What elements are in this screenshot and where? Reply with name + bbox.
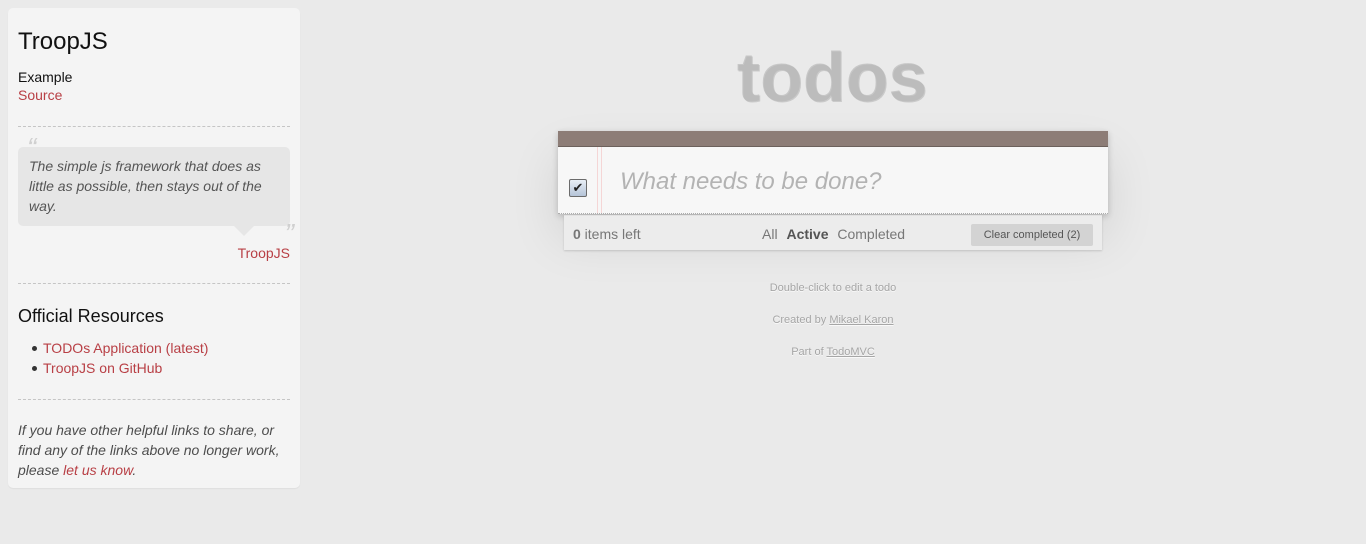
- edit-hint: Double-click to edit a todo: [769, 282, 897, 294]
- paper-margin-lines: [597, 147, 602, 213]
- filter-completed[interactable]: Completed: [837, 226, 905, 242]
- quote-tail: [234, 226, 254, 236]
- todoapp: ✔: [558, 131, 1108, 214]
- quote-author-link[interactable]: TroopJS: [238, 245, 290, 261]
- clear-completed-button[interactable]: Clear completed (2): [971, 224, 1093, 246]
- footer-text-prefix: If you have other helpful links to share…: [18, 422, 280, 478]
- resource-item: TODOs Application (latest): [32, 338, 290, 358]
- checkmark-icon: ✔: [572, 180, 584, 195]
- part-of: Part of TodoMVC: [558, 345, 1108, 359]
- created-by: Created by Mikael Karon: [558, 313, 1108, 327]
- author-link[interactable]: Mikael Karon: [829, 314, 893, 326]
- filters: All Active Completed: [762, 226, 910, 242]
- divider: [18, 126, 290, 127]
- source-link[interactable]: Source: [18, 87, 62, 103]
- quote-text: The simple js framework that does as lit…: [29, 158, 262, 214]
- todo-count: 0 items left: [573, 226, 641, 242]
- resource-link-todos-app[interactable]: TODOs Application (latest): [43, 340, 208, 356]
- todo-count-number: 0: [573, 226, 581, 242]
- footer-text-suffix: .: [132, 462, 137, 478]
- created-by-prefix: Created by: [772, 314, 830, 326]
- new-todo-row: ✔: [558, 147, 1108, 214]
- todo-count-suffix: items left: [580, 226, 641, 242]
- resource-item: TroopJS on GitHub: [32, 358, 290, 378]
- toggle-all-checkbox[interactable]: ✔: [569, 179, 587, 197]
- learn-sidebar: TroopJS Example Source “ The simple js f…: [8, 8, 300, 488]
- filter-active[interactable]: Active: [786, 226, 828, 242]
- sidebar-title: TroopJS: [18, 28, 108, 55]
- divider: [18, 283, 290, 284]
- todomvc-link[interactable]: TodoMVC: [826, 346, 874, 358]
- let-us-know-link[interactable]: let us know: [63, 462, 132, 478]
- resource-link-github[interactable]: TroopJS on GitHub: [43, 360, 162, 376]
- quote-body: The simple js framework that does as lit…: [18, 147, 294, 248]
- filter-all[interactable]: All: [762, 226, 778, 242]
- part-of-prefix: Part of: [791, 346, 827, 358]
- resources-heading: Official Resources: [18, 306, 164, 326]
- close-quote-icon: ”: [284, 218, 294, 249]
- example-label: Example: [18, 69, 73, 85]
- app-header-bar: [558, 131, 1108, 147]
- new-todo-input[interactable]: [608, 166, 1098, 198]
- app-title: todos: [737, 39, 929, 117]
- todo-footer: 0 items left All Active Completed Clear …: [564, 215, 1102, 250]
- sidebar-footer-text: If you have other helpful links to share…: [18, 420, 290, 480]
- framework-quote: “ The simple js framework that does as l…: [18, 134, 294, 261]
- divider: [18, 399, 290, 400]
- resources-list: TODOs Application (latest) TroopJS on Gi…: [18, 338, 290, 378]
